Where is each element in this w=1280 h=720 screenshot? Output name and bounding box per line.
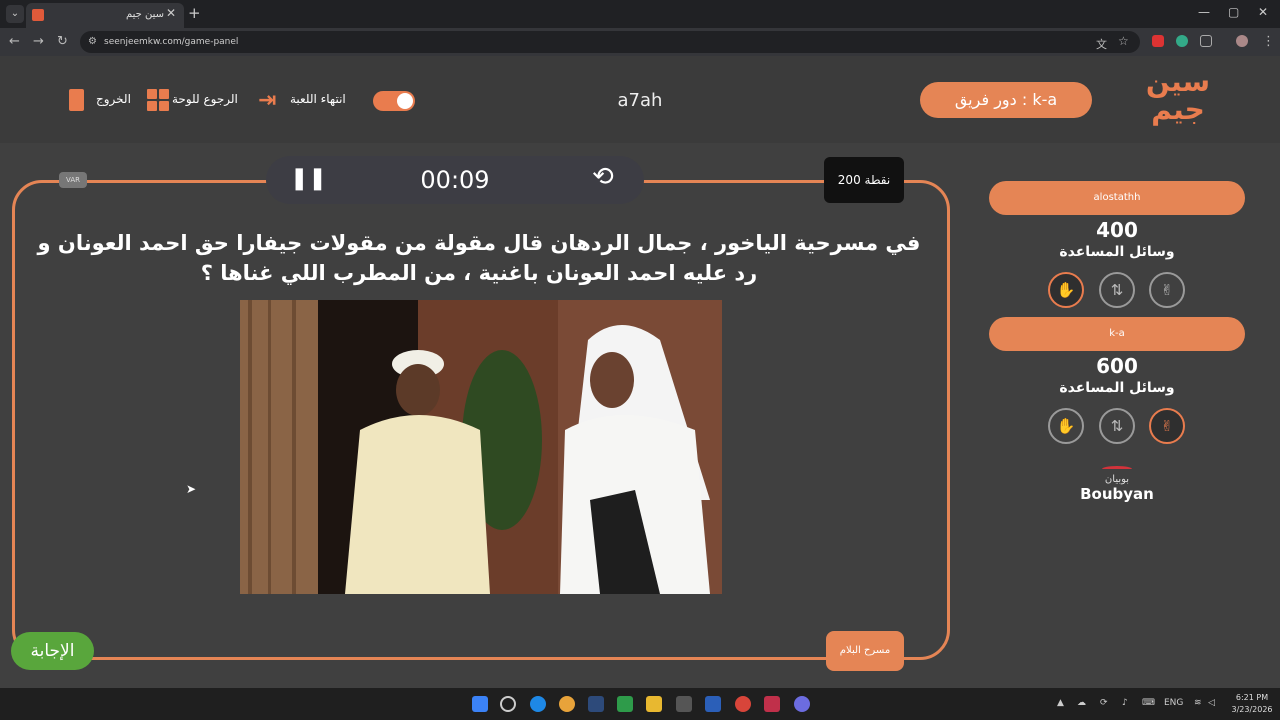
edge-icon[interactable] xyxy=(530,696,546,712)
reload-icon[interactable]: ↻ xyxy=(57,34,68,49)
peace-hand-icon[interactable]: ✌ xyxy=(1149,272,1185,308)
var-badge[interactable]: VAR xyxy=(59,172,87,188)
system-clock[interactable]: 6:21 PM 3/23/2026 xyxy=(1228,692,1276,716)
back-to-board-label[interactable]: الرجوع للوحة xyxy=(172,92,238,106)
toggle-knob xyxy=(397,93,413,109)
chrome-icon[interactable] xyxy=(559,696,575,712)
reset-timer-icon[interactable]: ⟲ xyxy=(592,162,614,192)
team-score: 400 xyxy=(1096,218,1138,242)
stop-hand-icon[interactable]: ✋ xyxy=(1048,408,1084,444)
forward-icon[interactable]: → xyxy=(33,34,44,49)
url-field[interactable] xyxy=(80,31,1140,53)
team-name-pill: k-a xyxy=(989,317,1245,351)
site-favicon-icon xyxy=(32,9,44,21)
site-info-icon[interactable]: ⚙ xyxy=(88,36,97,47)
exit-door-icon[interactable] xyxy=(69,89,84,111)
question-line-2: رد عليه احمد العونان باغنية ، من المطرب … xyxy=(200,261,758,285)
exit-label[interactable]: الخروج xyxy=(96,92,131,106)
tray-app-icon[interactable]: ⟳ xyxy=(1100,698,1108,708)
pause-icon[interactable]: ❚❚ xyxy=(290,166,327,191)
extensions-puzzle-icon[interactable] xyxy=(1200,35,1212,47)
seen-jeem-logo: سين جيم xyxy=(1145,65,1211,126)
discord-icon[interactable] xyxy=(794,696,810,712)
tab-close-icon[interactable]: ✕ xyxy=(166,6,176,20)
xbox-icon[interactable] xyxy=(617,696,633,712)
app-icon[interactable] xyxy=(764,696,780,712)
swap-icon[interactable]: ⇅ xyxy=(1099,272,1135,308)
question-image xyxy=(240,300,722,594)
mouse-cursor-icon: ➤ xyxy=(186,482,197,496)
browser-tab-bar: ⌄ سين جيم ✕ + — ▢ ✕ xyxy=(0,0,1280,28)
new-tab-button[interactable]: + xyxy=(188,4,201,22)
minimize-button[interactable]: — xyxy=(1198,5,1210,19)
end-arrow-icon[interactable]: ⇥ xyxy=(258,88,276,113)
sponsor-logo: بوبيان Boubyan xyxy=(1070,466,1164,503)
team-name-pill: alostathh xyxy=(989,181,1245,215)
browser-tab[interactable]: سين جيم ✕ xyxy=(26,3,184,28)
extension-icon[interactable] xyxy=(1176,35,1188,47)
windows-taskbar: ▲ ☁ ⟳ ♪ ⌨ ENG ≋ ◁ 6:21 PM 3/23/2026 xyxy=(0,688,1280,720)
swap-icon[interactable]: ⇅ xyxy=(1099,408,1135,444)
store-icon[interactable] xyxy=(676,696,692,712)
team-turn-indicator: دور فريق : k-a xyxy=(920,82,1092,118)
language-indicator[interactable]: ENG xyxy=(1164,698,1183,708)
team-score: 600 xyxy=(1096,354,1138,378)
close-window-button[interactable]: ✕ xyxy=(1258,5,1268,19)
sponsor-arabic: بوبيان xyxy=(1104,474,1130,485)
volume-icon[interactable]: ◁ xyxy=(1208,698,1215,708)
game-header: سين جيم دور فريق : k-a a7ah انتهاء اللعبة… xyxy=(0,56,1280,143)
search-icon[interactable] xyxy=(500,696,516,712)
app-icon[interactable] xyxy=(735,696,751,712)
answer-button[interactable]: الإجابة xyxy=(11,632,94,670)
wifi-icon[interactable]: ≋ xyxy=(1194,698,1202,708)
question-text: في مسرحية الياخور ، جمال الردهان قال مقو… xyxy=(30,228,928,288)
board-grid-icon[interactable] xyxy=(147,89,169,111)
start-icon[interactable] xyxy=(472,696,488,712)
end-game-toggle[interactable] xyxy=(373,91,415,111)
bookmark-star-icon[interactable]: ☆ xyxy=(1118,34,1129,48)
onedrive-icon[interactable]: ☁ xyxy=(1077,698,1086,708)
game-name: a7ah xyxy=(617,90,663,111)
translate-icon[interactable]: 文 xyxy=(1096,36,1107,52)
mic-icon[interactable]: ♪ xyxy=(1122,698,1128,708)
peace-hand-icon[interactable]: ✌ xyxy=(1149,408,1185,444)
keyboard-icon[interactable]: ⌨ xyxy=(1142,698,1155,708)
tab-title: سين جيم xyxy=(126,9,165,20)
tray-chevron-icon[interactable]: ▲ xyxy=(1057,698,1064,708)
sponsor-english: Boubyan xyxy=(1080,485,1154,503)
help-tools-label: وسائل المساعدة xyxy=(1059,380,1175,396)
word-icon[interactable] xyxy=(705,696,721,712)
menu-icon[interactable]: ⋮ xyxy=(1262,34,1275,49)
question-line-1: في مسرحية الياخور ، جمال الردهان قال مقو… xyxy=(37,231,921,255)
clock-time: 6:21 PM xyxy=(1235,693,1269,702)
extension-icon[interactable] xyxy=(1152,35,1164,47)
tab-search-button[interactable]: ⌄ xyxy=(6,5,24,23)
clock-date: 3/23/2026 xyxy=(1231,705,1273,714)
profile-avatar[interactable] xyxy=(1236,35,1248,47)
game-panel: سين جيم دور فريق : k-a a7ah انتهاء اللعبة… xyxy=(0,56,1280,688)
category-label: مسرح البلام xyxy=(826,631,904,671)
maximize-button[interactable]: ▢ xyxy=(1228,5,1239,19)
steam-icon[interactable] xyxy=(588,696,604,712)
points-badge: 200 نقطة xyxy=(824,157,904,203)
boubyan-mark-icon xyxy=(1102,466,1132,472)
stop-hand-icon[interactable]: ✋ xyxy=(1048,272,1084,308)
address-bar: ← → ↻ ⚙ seenjeemkw.com/game-panel 文 ☆ ⋮ xyxy=(0,28,1280,56)
file-explorer-icon[interactable] xyxy=(646,696,662,712)
url-text: seenjeemkw.com/game-panel xyxy=(104,37,239,47)
help-tools-label: وسائل المساعدة xyxy=(1059,244,1175,260)
back-icon[interactable]: ← xyxy=(9,34,20,49)
end-game-label[interactable]: انتهاء اللعبة xyxy=(290,92,346,106)
timer-display: 00:09 xyxy=(420,166,490,194)
